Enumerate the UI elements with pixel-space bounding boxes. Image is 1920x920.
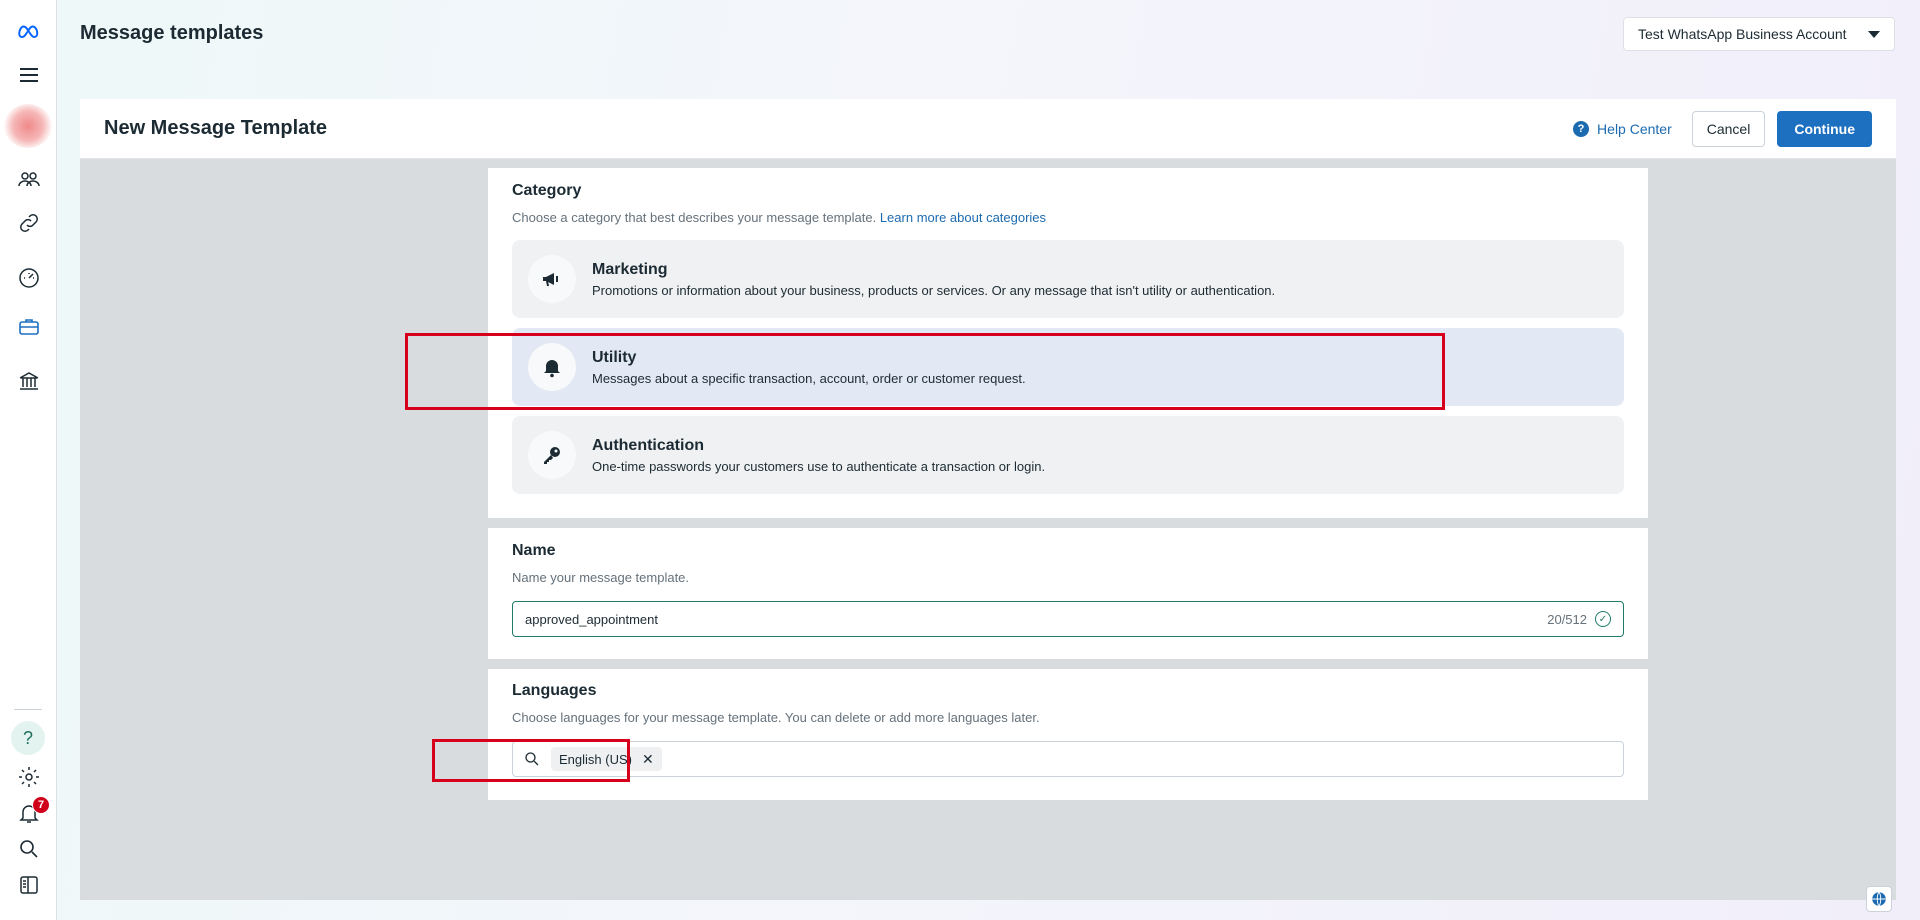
category-subtitle: Choose a category that best describes yo… [512, 210, 1624, 225]
chevron-down-icon [1868, 30, 1880, 38]
category-option-authentication[interactable]: Authentication One-time passwords your c… [512, 416, 1624, 494]
category-description: One-time passwords your customers use to… [592, 458, 1046, 474]
template-header: New Message Template ? Help Center Cance… [80, 99, 1896, 159]
settings-gear-icon[interactable] [14, 762, 43, 791]
globe-icon[interactable] [1866, 886, 1892, 912]
category-name: Marketing [592, 260, 668, 278]
languages-search-input[interactable]: English (US) ✕ [512, 741, 1624, 777]
megaphone-icon [528, 255, 576, 303]
bell-icon [528, 343, 576, 391]
remove-language-icon[interactable]: ✕ [642, 751, 654, 768]
help-center-label: Help Center [1597, 120, 1672, 137]
category-option-marketing[interactable]: Marketing Promotions or information abou… [512, 240, 1624, 318]
link-icon[interactable] [14, 208, 43, 237]
question-icon: ? [1573, 120, 1590, 137]
notification-count-badge: 7 [32, 796, 50, 814]
editor-canvas: Category Choose a category that best des… [80, 159, 1896, 900]
category-name: Authentication [592, 436, 704, 454]
languages-section: Languages Choose languages for your mess… [488, 669, 1648, 800]
language-chip-label: English (US) [559, 751, 632, 767]
meta-logo-icon[interactable] [14, 16, 43, 45]
languages-title: Languages [512, 682, 597, 699]
category-name: Utility [592, 348, 637, 366]
name-title: Name [512, 542, 556, 559]
category-description: Messages about a specific transaction, a… [592, 370, 1026, 386]
briefcase-icon[interactable] [14, 312, 43, 341]
search-icon[interactable] [14, 834, 43, 863]
name-subtitle: Name your message template. [512, 570, 690, 585]
page-title: Message templates [80, 22, 264, 44]
business-avatar[interactable] [4, 104, 52, 148]
template-name-input[interactable]: approved_appointment 20/512 ✓ [512, 601, 1624, 637]
category-description: Promotions or information about your bus… [592, 282, 1276, 298]
panel-toggle-icon[interactable] [14, 870, 43, 899]
key-icon [528, 431, 576, 479]
character-counter: 20/512 ✓ [1547, 611, 1611, 627]
header-title: New Message Template [104, 117, 328, 139]
category-section: Category Choose a category that best des… [488, 168, 1648, 518]
help-center-link[interactable]: ? Help Center [1573, 120, 1672, 137]
left-nav-rail: ? 7 [0, 0, 57, 920]
help-question-icon[interactable]: ? [11, 721, 45, 755]
account-selector-label: Test WhatsApp Business Account [1638, 26, 1847, 42]
continue-button[interactable]: Continue [1777, 110, 1872, 147]
languages-subtitle: Choose languages for your message templa… [512, 710, 1040, 725]
check-circle-icon: ✓ [1595, 611, 1611, 627]
dashboard-gauge-icon[interactable] [14, 263, 43, 292]
template-name-value: approved_appointment [525, 611, 658, 627]
language-chip: English (US) ✕ [551, 747, 662, 771]
character-count: 20/512 [1547, 611, 1587, 627]
category-title: Category [512, 182, 582, 199]
cancel-button[interactable]: Cancel [1691, 110, 1766, 147]
header-actions: ? Help Center Cancel Continue [1573, 110, 1872, 147]
rail-divider [14, 709, 42, 710]
category-subtitle-text: Choose a category that best describes yo… [512, 210, 877, 225]
search-icon [525, 752, 539, 766]
bank-icon[interactable] [14, 366, 43, 395]
learn-more-link[interactable]: Learn more about categories [880, 210, 1046, 225]
account-selector[interactable]: Test WhatsApp Business Account [1623, 17, 1895, 51]
menu-icon[interactable] [14, 60, 43, 89]
category-option-utility[interactable]: Utility Messages about a specific transa… [512, 328, 1624, 406]
people-icon[interactable] [14, 164, 43, 193]
name-section: Name Name your message template. approve… [488, 528, 1648, 659]
